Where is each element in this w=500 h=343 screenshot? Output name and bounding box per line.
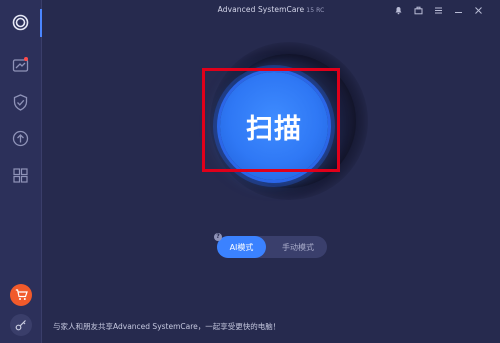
minimize-icon	[454, 11, 462, 13]
arrow-up-circle-icon	[12, 130, 29, 147]
briefcase-icon	[414, 6, 422, 14]
cart-icon	[15, 289, 28, 300]
shop-button[interactable]	[10, 284, 32, 306]
license-button[interactable]	[10, 314, 32, 336]
sidebar-item-update[interactable]	[10, 128, 31, 149]
close-button[interactable]	[472, 4, 484, 16]
notification-dot	[24, 57, 28, 61]
manual-mode-button[interactable]: 手动模式	[269, 236, 327, 258]
scan-button[interactable]: 扫描	[220, 72, 328, 180]
close-icon	[474, 6, 482, 14]
sidebar-item-care[interactable]	[10, 12, 31, 33]
share-message[interactable]: 与家人和朋友共享Advanced SystemCare，一起享受更快的电脑！	[53, 321, 280, 332]
main-panel: 扫描 AI模式 手动模式 ? 与家人和朋友共享Advanced SystemCa…	[42, 22, 500, 343]
menu-icon	[434, 7, 442, 13]
key-icon	[15, 320, 26, 331]
bell-icon	[395, 6, 401, 14]
title-bar: Advanced SystemCare 15 RC	[42, 0, 500, 22]
ai-mode-button[interactable]: AI模式	[217, 236, 266, 258]
sidebar	[0, 0, 42, 343]
minimize-button[interactable]	[452, 4, 464, 16]
ring-icon	[12, 14, 29, 31]
app-title-text: Advanced SystemCare	[217, 5, 305, 14]
notification-bell-button[interactable]	[392, 4, 404, 16]
grid-icon	[13, 168, 28, 183]
mode-toggle: AI模式 手动模式	[217, 236, 327, 258]
shield-check-icon	[13, 94, 28, 111]
scan-button-label: 扫描	[246, 113, 302, 145]
sidebar-item-toolbox[interactable]	[10, 165, 31, 186]
mode-help-icon[interactable]: ?	[214, 233, 222, 241]
app-version: 15 RC	[306, 7, 325, 14]
skin-button[interactable]	[412, 4, 424, 16]
sidebar-item-protect[interactable]	[10, 92, 31, 113]
menu-button[interactable]	[432, 4, 444, 16]
